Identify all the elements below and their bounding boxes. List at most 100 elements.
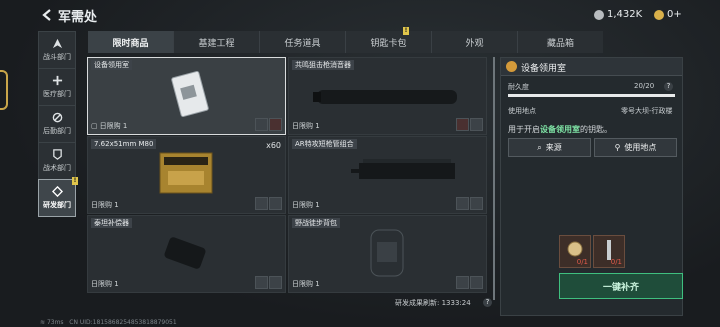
- tab-infrastructure[interactable]: 基建工程: [174, 31, 260, 53]
- item-card-keycard[interactable]: 设备领用室 ▢ 日限购 1: [87, 57, 286, 135]
- uid-text: CN UID:1815868254853818879051: [69, 319, 177, 326]
- item-card-ammo[interactable]: 7.62x51mm M80 x60 日限购 1: [87, 136, 286, 214]
- tag-icon[interactable]: [269, 276, 282, 289]
- backpack-image: [370, 229, 404, 277]
- ammo-box-image: [159, 152, 213, 194]
- item-limit: ▢ 日限购 1: [91, 121, 127, 131]
- use-location-button[interactable]: ⚲ 使用地点: [594, 138, 677, 157]
- coin-amount: 1,432K: [607, 9, 643, 20]
- item-limit: 日限购 1: [292, 280, 320, 288]
- nav-label: 研发部门: [43, 201, 71, 209]
- desc-highlight: 设备领用室: [540, 125, 580, 134]
- silencer-image: [313, 90, 457, 104]
- nav-logistics[interactable]: 后勤部门: [38, 105, 76, 143]
- cost-slot[interactable]: 0/1: [593, 235, 625, 268]
- research-icon: [51, 186, 63, 197]
- tag-icon[interactable]: [269, 197, 282, 210]
- medical-icon: [52, 75, 62, 86]
- tab-alert-badge: !: [403, 27, 409, 35]
- item-limit-text: 日限购 1: [99, 122, 128, 130]
- item-card-barrel-combo[interactable]: AR特攻短枪管组合 日限购 1: [288, 136, 487, 214]
- auto-fill-button[interactable]: 一键补齐: [559, 273, 683, 299]
- item-name: 共鸣狙击枪消音器: [292, 60, 354, 70]
- nav-label: 医疗部门: [43, 90, 71, 98]
- currency-premium[interactable]: 0+: [654, 9, 682, 20]
- item-limit: 日限购 1: [292, 122, 320, 130]
- location-label: 使用地点: [508, 107, 536, 115]
- tag-icon[interactable]: [456, 197, 469, 210]
- durability-bar-fill: [508, 94, 675, 97]
- tag-icon[interactable]: [255, 197, 268, 210]
- durability-help-icon[interactable]: ?: [664, 82, 673, 91]
- item-name: 7.62x51mm M80: [91, 139, 157, 149]
- location-pin-icon: ⚲: [614, 143, 621, 152]
- item-limit: 日限购 1: [91, 280, 119, 288]
- mark-icon[interactable]: [269, 118, 282, 131]
- tag-icon[interactable]: [470, 276, 483, 289]
- tab-quest-items[interactable]: 任务道具: [260, 31, 346, 53]
- location-value: 零号大坝-行政楼: [621, 107, 673, 115]
- mark-icon[interactable]: [456, 118, 469, 131]
- tag-icon[interactable]: [456, 276, 469, 289]
- source-button[interactable]: ⌕ 来源: [508, 138, 591, 157]
- desc-prefix: 用于开启: [508, 125, 540, 134]
- source-button-label: 来源: [545, 143, 562, 152]
- logistics-icon: [52, 112, 62, 123]
- scrollbar[interactable]: [493, 57, 495, 300]
- detail-header: 设备领用室: [501, 58, 682, 76]
- tag-icon[interactable]: [470, 118, 483, 131]
- nav-combat[interactable]: 战斗部门: [38, 31, 76, 69]
- tab-label: 钥匙卡包: [370, 38, 407, 49]
- calendar-icon: ▢: [91, 122, 98, 130]
- tab-collection-box[interactable]: 藏品箱: [518, 31, 603, 53]
- item-name: 泰坦补偿器: [91, 218, 132, 228]
- durability-bar: [508, 94, 675, 97]
- ping-value: 73ms: [46, 319, 64, 326]
- slot-count: 0/1: [610, 258, 622, 266]
- tab-limited[interactable]: 限时商品: [88, 31, 174, 53]
- durability-value: 20/20: [634, 82, 655, 90]
- desc-suffix: 的钥匙。: [580, 125, 612, 134]
- search-icon: ⌕: [537, 142, 542, 152]
- tab-label: 外观: [465, 38, 484, 49]
- wifi-icon: ≋: [40, 319, 46, 326]
- coin-icon: [594, 9, 604, 20]
- compensator-image: [164, 237, 206, 269]
- nav-medical[interactable]: 医疗部门: [38, 68, 76, 106]
- nav-label: 战术部门: [43, 164, 71, 172]
- item-limit: 日限购 1: [91, 201, 119, 209]
- side-drawer-handle[interactable]: [0, 70, 8, 110]
- currency-coins: 1,432K: [594, 9, 642, 20]
- tab-label: 任务道具: [284, 38, 321, 49]
- nav-alert-badge: !: [72, 177, 78, 185]
- tab-label: 限时商品: [112, 38, 149, 49]
- keycard-image: [171, 71, 209, 117]
- nav-tactical[interactable]: 战术部门: [38, 142, 76, 180]
- premium-amount: 0+: [667, 9, 682, 20]
- cost-slot[interactable]: 0/1: [559, 235, 591, 268]
- tag-icon[interactable]: [255, 276, 268, 289]
- nav-research[interactable]: ! 研发部门: [38, 177, 78, 217]
- item-card-silencer[interactable]: 共鸣狙击枪消音器 日限购 1: [288, 57, 487, 135]
- tag-icon[interactable]: [470, 197, 483, 210]
- item-card-compensator[interactable]: 泰坦补偿器 日限购 1: [87, 215, 286, 293]
- refresh-timer: 研发成果刷新: 1333:24: [395, 299, 471, 307]
- item-name: 设备领用室: [91, 60, 132, 70]
- item-detail-panel: 设备领用室 耐久度 20/20 ? 使用地点 零号大坝-行政楼 用于开启设备领用…: [500, 57, 683, 316]
- slot-count: 0/1: [576, 258, 588, 266]
- category-tabs: 限时商品 基建工程 任务道具 ! 钥匙卡包 外观 藏品箱: [88, 27, 603, 53]
- tab-label: 藏品箱: [546, 38, 574, 49]
- nav-label: 战斗部门: [43, 53, 71, 61]
- item-name: AR特攻短枪管组合: [292, 139, 357, 149]
- help-icon[interactable]: ?: [483, 298, 492, 307]
- item-limit: 日限购 1: [292, 201, 320, 209]
- tag-icon[interactable]: [255, 118, 268, 131]
- item-card-backpack[interactable]: 野战徒步背包 日限购 1: [288, 215, 487, 293]
- tab-keycards[interactable]: ! 钥匙卡包: [346, 27, 432, 53]
- tab-appearance[interactable]: 外观: [432, 31, 518, 53]
- status-bar: ≋ 73ms CN UID:1815868254853818879051: [40, 319, 177, 326]
- back-arrow-icon[interactable]: [40, 8, 54, 22]
- item-name: 野战徒步背包: [292, 218, 340, 228]
- durability-label: 耐久度: [508, 83, 529, 91]
- use-location-button-label: 使用地点: [624, 143, 657, 152]
